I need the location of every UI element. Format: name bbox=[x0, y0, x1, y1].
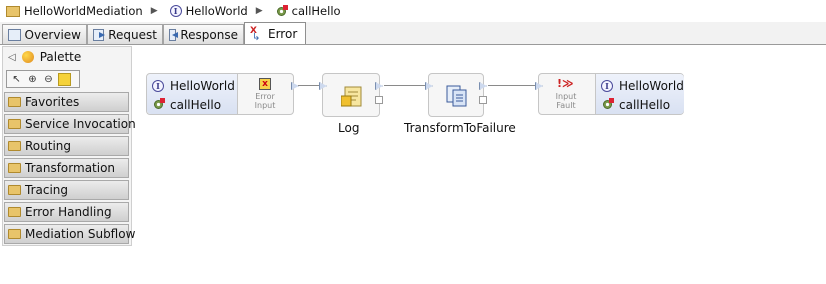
folder-icon bbox=[8, 229, 21, 239]
palette-toolbar: ↖ ⊕ ⊖ bbox=[6, 70, 80, 88]
transform-label: TransformToFailure bbox=[404, 121, 516, 135]
error-input-terminal-label: Error Input bbox=[254, 92, 276, 110]
output-node-header: I HelloWorld callHello bbox=[595, 74, 684, 114]
response-icon bbox=[169, 28, 178, 41]
folder-icon bbox=[8, 119, 21, 129]
error-icon: X ↳ bbox=[250, 25, 261, 43]
breadcrumb-item-interface[interactable]: I HelloWorld bbox=[169, 4, 248, 18]
zoom-in-icon[interactable]: ⊕ bbox=[26, 73, 39, 86]
tab-response[interactable]: Response bbox=[163, 24, 244, 44]
chevron-right-icon: ▶ bbox=[255, 6, 263, 16]
input-fault-icon: !≫ bbox=[557, 77, 574, 90]
palette-drawer-routing[interactable]: Routing bbox=[4, 136, 129, 156]
tab-error[interactable]: X ↳ Error bbox=[244, 22, 306, 44]
palette-drawer-favorites[interactable]: Favorites bbox=[4, 92, 129, 112]
breadcrumb-item-operation[interactable]: callHello bbox=[275, 4, 341, 18]
breadcrumb: HelloWorldMediation ▶ I HelloWorld ▶ cal… bbox=[0, 0, 826, 22]
interface-icon: I bbox=[601, 80, 613, 92]
in-terminal[interactable] bbox=[425, 82, 433, 90]
note-icon[interactable] bbox=[58, 72, 71, 86]
operation-icon bbox=[603, 98, 614, 109]
operation-icon bbox=[154, 98, 165, 109]
folder-icon bbox=[8, 97, 21, 107]
palette-icon bbox=[21, 51, 34, 63]
error-input-icon: x bbox=[259, 78, 271, 90]
interface-icon: I bbox=[152, 80, 164, 92]
in-terminal[interactable] bbox=[535, 82, 543, 90]
fail-terminal[interactable] bbox=[375, 96, 383, 104]
folder-icon bbox=[8, 185, 21, 195]
select-pointer-icon[interactable]: ↖ bbox=[10, 73, 23, 86]
input-node[interactable]: I HelloWorld callHello x Error Input bbox=[146, 73, 299, 115]
input-fault-terminal-label: Input Fault bbox=[555, 92, 577, 110]
output-node[interactable]: !≫ Input Fault I HelloWorld callHello bbox=[535, 73, 684, 115]
palette-drawer-mediation-subflow[interactable]: Mediation Subflow bbox=[4, 224, 135, 244]
tab-request[interactable]: Request bbox=[87, 24, 163, 44]
palette-title: Palette bbox=[39, 50, 82, 64]
log-icon bbox=[341, 86, 362, 107]
connection-wire bbox=[488, 85, 536, 86]
overview-icon bbox=[8, 28, 21, 41]
folder-icon bbox=[8, 141, 21, 151]
request-icon bbox=[93, 28, 105, 41]
in-terminal[interactable] bbox=[319, 82, 327, 90]
folder-icon bbox=[6, 5, 20, 17]
palette-drawer-service-invocation[interactable]: Service Invocation bbox=[4, 114, 136, 134]
fail-terminal[interactable] bbox=[479, 96, 487, 104]
xsl-transform-icon bbox=[446, 85, 467, 107]
collapse-arrow-icon[interactable]: ◁ bbox=[8, 52, 16, 63]
log-primitive[interactable] bbox=[319, 73, 383, 117]
log-label: Log bbox=[338, 121, 360, 135]
input-node-header: I HelloWorld callHello bbox=[147, 74, 238, 114]
chevron-right-icon: ▶ bbox=[150, 6, 158, 16]
palette-drawer-error-handling[interactable]: Error Handling bbox=[4, 202, 129, 222]
transform-primitive[interactable] bbox=[425, 73, 487, 117]
breadcrumb-item-mediation[interactable]: HelloWorldMediation bbox=[6, 4, 143, 18]
folder-icon bbox=[8, 163, 21, 173]
connection-wire bbox=[384, 85, 430, 86]
palette-header[interactable]: ◁ Palette bbox=[8, 50, 81, 64]
operation-icon bbox=[276, 4, 288, 16]
zoom-out-icon[interactable]: ⊖ bbox=[42, 73, 55, 86]
palette-drawer-transformation[interactable]: Transformation bbox=[4, 158, 129, 178]
tab-overview[interactable]: Overview bbox=[2, 24, 87, 44]
interface-icon: I bbox=[169, 5, 182, 17]
folder-icon bbox=[8, 207, 21, 217]
palette-drawer-tracing[interactable]: Tracing bbox=[4, 180, 129, 200]
